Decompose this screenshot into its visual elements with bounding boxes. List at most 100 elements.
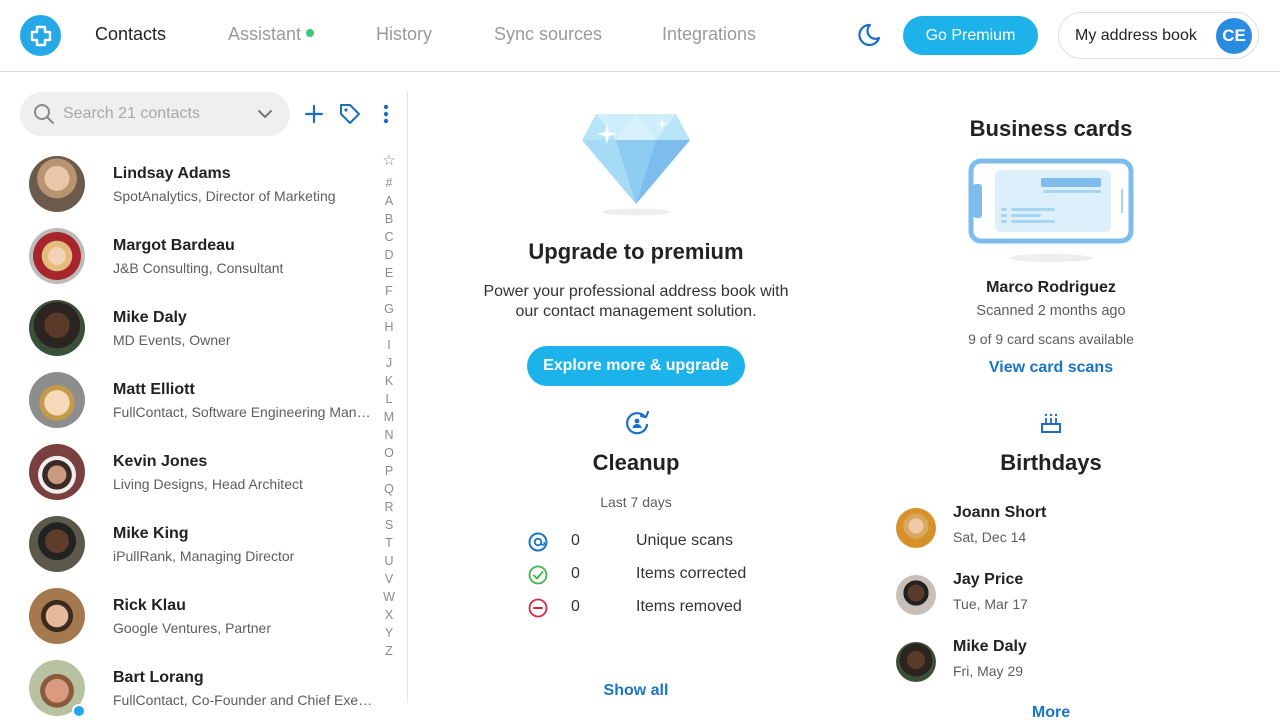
alphabet-letter[interactable]: Q: [379, 480, 399, 498]
alphabet-letter[interactable]: F: [379, 282, 399, 300]
cleanup-title: Cleanup: [592, 450, 680, 475]
tab-assistant[interactable]: Assistant: [228, 24, 315, 45]
contact-name: Kevin Jones: [113, 453, 208, 470]
pane-divider: [407, 92, 408, 702]
alphabet-letter[interactable]: J: [379, 354, 399, 372]
birthday-date: Tue, Mar 17: [953, 596, 1028, 612]
alphabet-letter[interactable]: L: [379, 390, 399, 408]
contact-item[interactable]: Mike King iPullRank, Managing Director: [0, 508, 375, 580]
birthday-item[interactable]: Mike Daly Fri, May 29: [896, 634, 1196, 690]
stat-label: Unique scans: [636, 532, 733, 549]
contact-subtitle: J&B Consulting, Consultant: [113, 260, 284, 276]
alphabet-letter[interactable]: M: [379, 408, 399, 426]
contact-item[interactable]: Mike Daly MD Events, Owner: [0, 292, 375, 364]
user-initials: CE: [1222, 26, 1246, 45]
alphabet-letter[interactable]: Y: [379, 624, 399, 642]
alphabet-letter[interactable]: A: [379, 192, 399, 210]
moon-icon: [858, 23, 881, 47]
explore-upgrade-button[interactable]: Explore more & upgrade: [527, 346, 745, 386]
tab-sync-sources[interactable]: Sync sources: [494, 24, 602, 45]
address-book-selector[interactable]: My address book CE: [1058, 12, 1259, 59]
scanned-contact-name: Marco Rodriguez: [986, 279, 1116, 296]
alphabet-letter[interactable]: E: [379, 264, 399, 282]
cleanup-period: Last 7 days: [600, 494, 672, 510]
alphabet-letter[interactable]: W: [379, 588, 399, 606]
alphabet-letter[interactable]: U: [379, 552, 399, 570]
minus-circle-icon: [528, 598, 548, 618]
alphabet-letter[interactable]: C: [379, 228, 399, 246]
contact-item[interactable]: Kevin Jones Living Designs, Head Archite…: [0, 436, 375, 508]
birthday-avatar: [896, 508, 936, 548]
tags-button[interactable]: [337, 101, 363, 127]
more-options-button[interactable]: [373, 101, 399, 127]
contact-item[interactable]: Rick Klau Google Ventures, Partner: [0, 580, 375, 652]
contact-name: Lindsay Adams: [113, 165, 231, 182]
alphabet-letter[interactable]: T: [379, 534, 399, 552]
alphabet-letter[interactable]: V: [379, 570, 399, 588]
alphabet-letter[interactable]: S: [379, 516, 399, 534]
alphabet-letter[interactable]: B: [379, 210, 399, 228]
alphabet-letter[interactable]: K: [379, 372, 399, 390]
search-input[interactable]: [63, 92, 243, 136]
more-birthdays-link[interactable]: More: [1032, 704, 1070, 720]
birthday-item[interactable]: Joann Short Sat, Dec 14: [896, 500, 1196, 556]
birthday-avatar: [896, 575, 936, 615]
chevron-down-icon[interactable]: [257, 107, 273, 121]
button-label: Go Premium: [925, 26, 1016, 44]
alphabet-letter[interactable]: O: [379, 444, 399, 462]
add-contact-button[interactable]: [301, 101, 327, 127]
alphabet-letter[interactable]: D: [379, 246, 399, 264]
birthday-name: Joann Short: [953, 504, 1047, 521]
tab-contacts[interactable]: Contacts: [95, 24, 166, 45]
contact-item[interactable]: Bart Lorang FullContact, Co-Founder and …: [0, 652, 375, 720]
contact-name: Matt Elliott: [113, 381, 195, 398]
alphabet-letter[interactable]: #: [379, 174, 399, 192]
alphabet-letter[interactable]: N: [379, 426, 399, 444]
contact-item[interactable]: Matt Elliott FullContact, Software Engin…: [0, 364, 375, 436]
scan-icon: [528, 532, 548, 552]
birthday-date: Fri, May 29: [953, 663, 1024, 679]
contact-avatar: [29, 300, 85, 356]
go-premium-button[interactable]: Go Premium: [903, 16, 1038, 55]
alphabet-letter[interactable]: P: [379, 462, 399, 480]
alphabet-letter[interactable]: I: [379, 336, 399, 354]
birthdays-title: Birthdays: [1000, 450, 1102, 475]
contact-subtitle: Google Ventures, Partner: [113, 620, 271, 636]
contact-subtitle: FullContact, Co-Founder and Chief Exec..…: [113, 692, 373, 708]
view-card-scans-link[interactable]: View card scans: [989, 359, 1113, 376]
contact-subtitle: Living Designs, Head Architect: [113, 476, 303, 492]
tab-label: Sync sources: [494, 24, 603, 44]
alphabet-letter[interactable]: R: [379, 498, 399, 516]
user-avatar[interactable]: CE: [1216, 18, 1252, 54]
tab-history[interactable]: History: [376, 24, 432, 45]
show-all-link[interactable]: Show all: [604, 682, 669, 699]
app-logo[interactable]: [20, 15, 61, 56]
contact-item[interactable]: Margot Bardeau J&B Consulting, Consultan…: [0, 220, 375, 292]
tab-integrations[interactable]: Integrations: [662, 24, 756, 45]
stat-value: 0: [571, 598, 580, 615]
alphabet-letter[interactable]: G: [379, 300, 399, 318]
card-scans-available: 9 of 9 card scans available: [968, 331, 1134, 347]
tag-icon: [340, 104, 360, 124]
stat-items-corrected: 0 Items corrected: [528, 563, 768, 587]
contact-item[interactable]: Lindsay Adams SpotAnalytics, Director of…: [0, 148, 375, 220]
stat-value: 0: [571, 532, 580, 549]
more-vertical-icon: [383, 104, 389, 124]
tab-label: Integrations: [662, 24, 757, 44]
contact-name: Rick Klau: [113, 597, 186, 614]
contact-name: Mike King: [113, 525, 189, 542]
contact-avatar: [29, 588, 85, 644]
alphabet-letter[interactable]: Z: [379, 642, 399, 660]
favorites-star-icon[interactable]: ☆: [379, 152, 399, 174]
contact-subtitle: SpotAnalytics, Director of Marketing: [113, 188, 336, 204]
contact-avatar: [29, 156, 85, 212]
tab-label: Contacts: [95, 24, 167, 44]
check-circle-icon: [528, 565, 548, 585]
birthday-item[interactable]: Jay Price Tue, Mar 17: [896, 567, 1196, 623]
birthday-cake-icon: [1041, 413, 1061, 433]
alphabet-letter[interactable]: H: [379, 318, 399, 336]
alphabet-letter[interactable]: X: [379, 606, 399, 624]
contact-subtitle: FullContact, Software Engineering Mana..…: [113, 404, 373, 420]
online-status-dot: [72, 704, 86, 718]
dark-mode-toggle[interactable]: [856, 22, 882, 48]
